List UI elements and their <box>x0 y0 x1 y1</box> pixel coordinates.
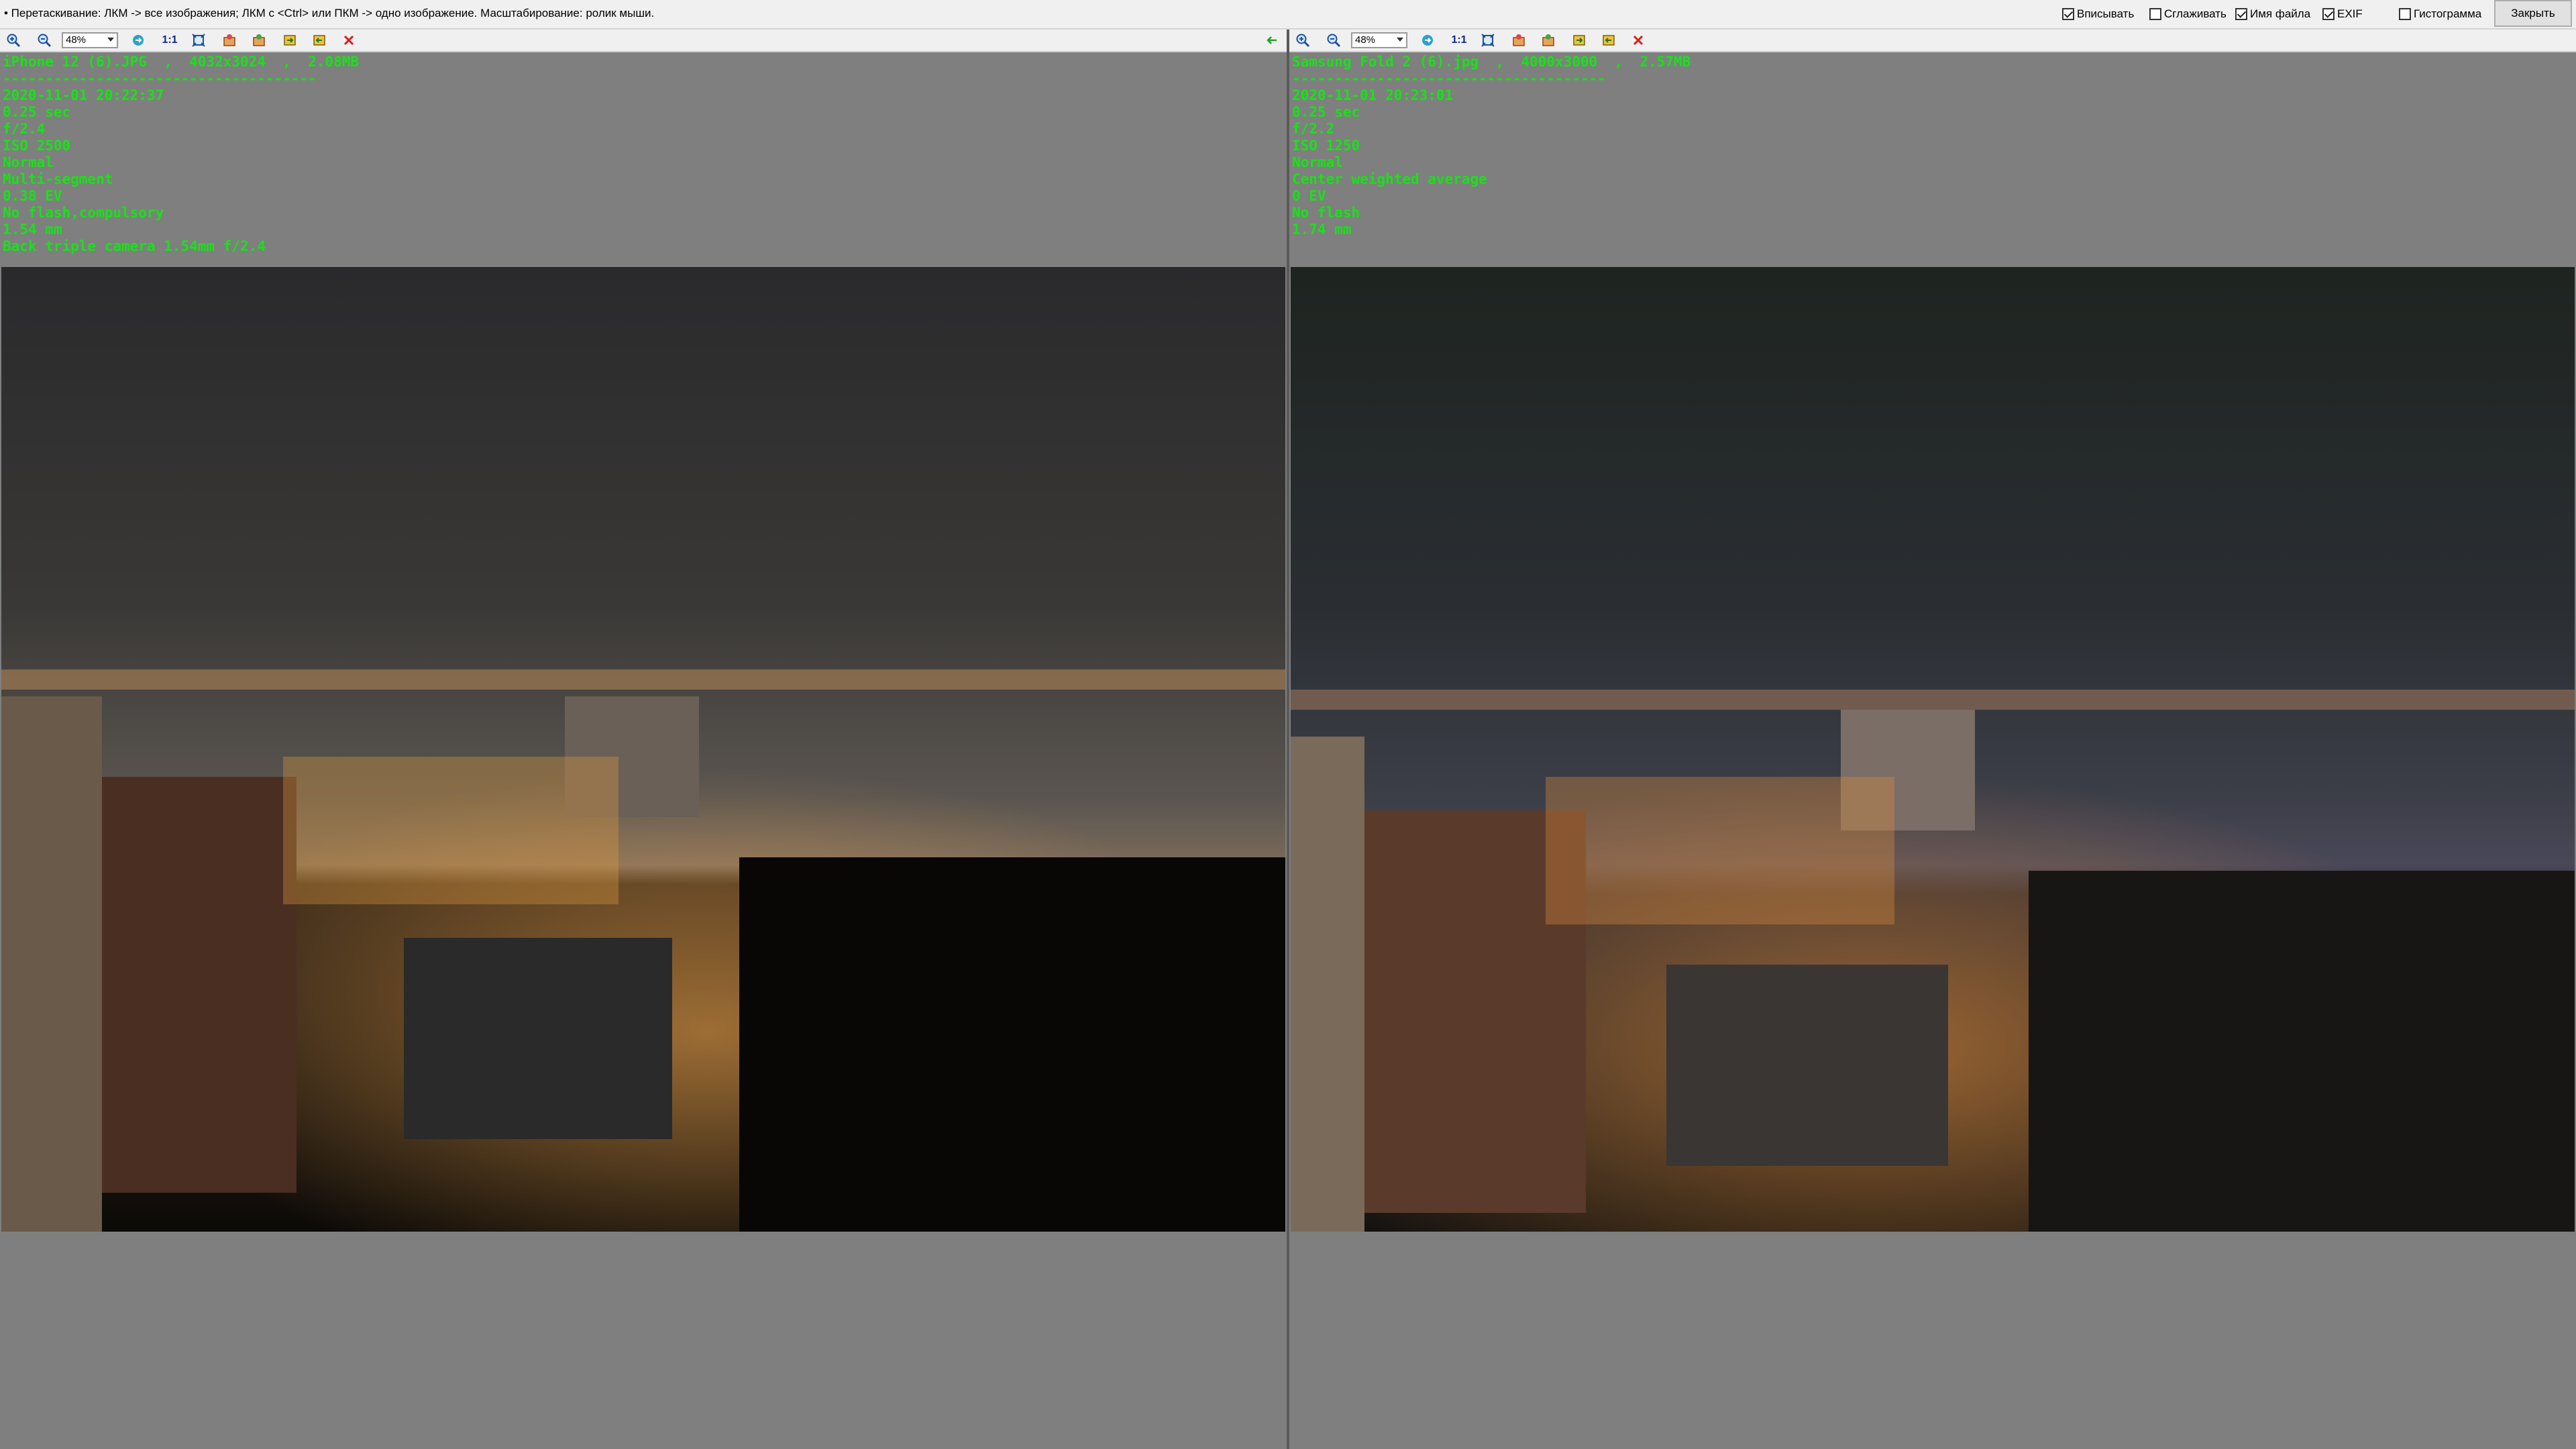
filename-checkbox-label: Имя файла <box>2250 7 2311 20</box>
one-to-one-button[interactable]: 1:1 <box>1449 33 1469 48</box>
zoom-value: 48% <box>1355 34 1376 46</box>
option-histogram-checkbox[interactable]: Гистограмма <box>2399 7 2481 21</box>
fit-window-icon[interactable] <box>191 33 207 48</box>
left-exif-focal: 1.54 mm <box>3 221 62 237</box>
save-icon[interactable] <box>282 33 298 48</box>
left-separator: ------------------------------------- <box>3 70 317 87</box>
sync-icon[interactable] <box>1419 33 1436 48</box>
left-exif-date: 2020-11-01 20:22:37 <box>3 87 164 103</box>
export-icon[interactable] <box>1601 33 1617 48</box>
fit-checkbox-box[interactable] <box>2062 8 2074 20</box>
zoom-in-icon[interactable] <box>5 33 21 48</box>
zoom-in-icon[interactable] <box>1295 33 1311 48</box>
left-file-title: iPhone 12 (6).JPG , 4032x3024 , 2.08MB <box>3 54 360 70</box>
left-exif-program: Normal <box>3 154 54 170</box>
export-icon[interactable] <box>311 33 327 48</box>
histogram-checkbox-label: Гистограмма <box>2414 7 2482 20</box>
chevron-down-icon <box>107 38 114 42</box>
arrow-left-icon[interactable] <box>1264 33 1280 48</box>
option-smooth-checkbox[interactable]: Сглаживать <box>2149 7 2226 21</box>
rotate-left-icon[interactable] <box>221 33 237 48</box>
option-exif-checkbox[interactable]: EXIF <box>2322 7 2363 21</box>
right-separator: ------------------------------------- <box>1292 70 1606 87</box>
fit-checkbox-label: Вписывать <box>2077 7 2135 20</box>
hint-text: • Перетаскивание: ЛКМ -> все изображения… <box>4 7 655 19</box>
left-exif-flash: No flash,compulsory <box>3 205 164 221</box>
left-exif-exposure: 0.25 sec <box>3 104 71 120</box>
right-exif-date: 2020-11-01 20:23:01 <box>1292 87 1454 103</box>
zoom-select[interactable]: 48% <box>1351 32 1407 48</box>
zoom-value: 48% <box>66 34 87 46</box>
option-fit-checkbox[interactable]: Вписывать <box>2062 7 2134 21</box>
right-exif-metering: Center weighted average <box>1292 171 1487 187</box>
left-exif-overlay: iPhone 12 (6).JPG , 4032x3024 , 2.08MB --… <box>3 54 359 255</box>
zoom-select[interactable]: 48% <box>62 32 118 48</box>
left-pane-toolbar: 48% 1:1 <box>0 30 1287 52</box>
left-exif-aperture: f/2.4 <box>3 121 46 137</box>
rotate-right-icon[interactable] <box>1540 33 1556 48</box>
sync-icon[interactable] <box>130 33 146 48</box>
left-exif-ev: 0.38 EV <box>3 188 62 204</box>
right-exif-iso: ISO 1250 <box>1292 138 1360 154</box>
filename-checkbox-box[interactable] <box>2235 8 2247 20</box>
smooth-checkbox-box[interactable] <box>2149 8 2161 20</box>
zoom-out-icon[interactable] <box>1326 33 1342 48</box>
zoom-out-icon[interactable] <box>36 33 52 48</box>
right-file-title: Samsung Fold 2 (6).jpg , 4000x3000 , 2.5… <box>1292 54 1691 70</box>
fit-window-icon[interactable] <box>1480 33 1496 48</box>
right-exif-aperture: f/2.2 <box>1292 121 1335 137</box>
right-exif-ev: 0 EV <box>1292 188 1326 204</box>
right-exif-program: Normal <box>1292 154 1343 170</box>
left-exif-lens: Back triple camera 1.54mm f/2.4 <box>3 238 266 254</box>
right-exif-focal: 1.74 mm <box>1292 221 1352 237</box>
rotate-right-icon[interactable] <box>251 33 267 48</box>
right-exif-flash: No flash <box>1292 205 1360 221</box>
right-night-city-photo[interactable] <box>1291 267 2575 1232</box>
right-image-pane[interactable]: Samsung Fold 2 (6).jpg , 4000x3000 , 2.5… <box>1289 52 2576 1449</box>
right-pane-toolbar: 48% 1:1 <box>1289 30 2576 52</box>
option-filename-checkbox[interactable]: Имя файла <box>2235 7 2310 21</box>
close-icon[interactable] <box>341 33 357 48</box>
left-night-city-photo[interactable] <box>1 267 1285 1232</box>
exif-checkbox-box[interactable] <box>2322 8 2334 20</box>
close-icon[interactable] <box>1630 33 1646 48</box>
chevron-down-icon <box>1397 38 1403 42</box>
left-exif-metering: Multi-segment <box>3 171 113 187</box>
smooth-checkbox-label: Сглаживать <box>2164 7 2226 20</box>
save-icon[interactable] <box>1571 33 1587 48</box>
histogram-checkbox-box[interactable] <box>2399 8 2411 20</box>
one-to-one-button[interactable]: 1:1 <box>160 33 180 48</box>
left-exif-iso: ISO 2500 <box>3 138 71 154</box>
left-image-pane[interactable]: iPhone 12 (6).JPG , 4032x3024 , 2.08MB --… <box>0 52 1287 1449</box>
right-exif-overlay: Samsung Fold 2 (6).jpg , 4000x3000 , 2.5… <box>1292 54 1690 238</box>
exif-checkbox-label: EXIF <box>2337 7 2363 20</box>
top-hint-bar: • Перетаскивание: ЛКМ -> все изображения… <box>0 0 2576 30</box>
close-button[interactable]: Закрыть <box>2494 0 2572 27</box>
right-exif-exposure: 0.25 sec <box>1292 104 1360 120</box>
rotate-left-icon[interactable] <box>1511 33 1527 48</box>
